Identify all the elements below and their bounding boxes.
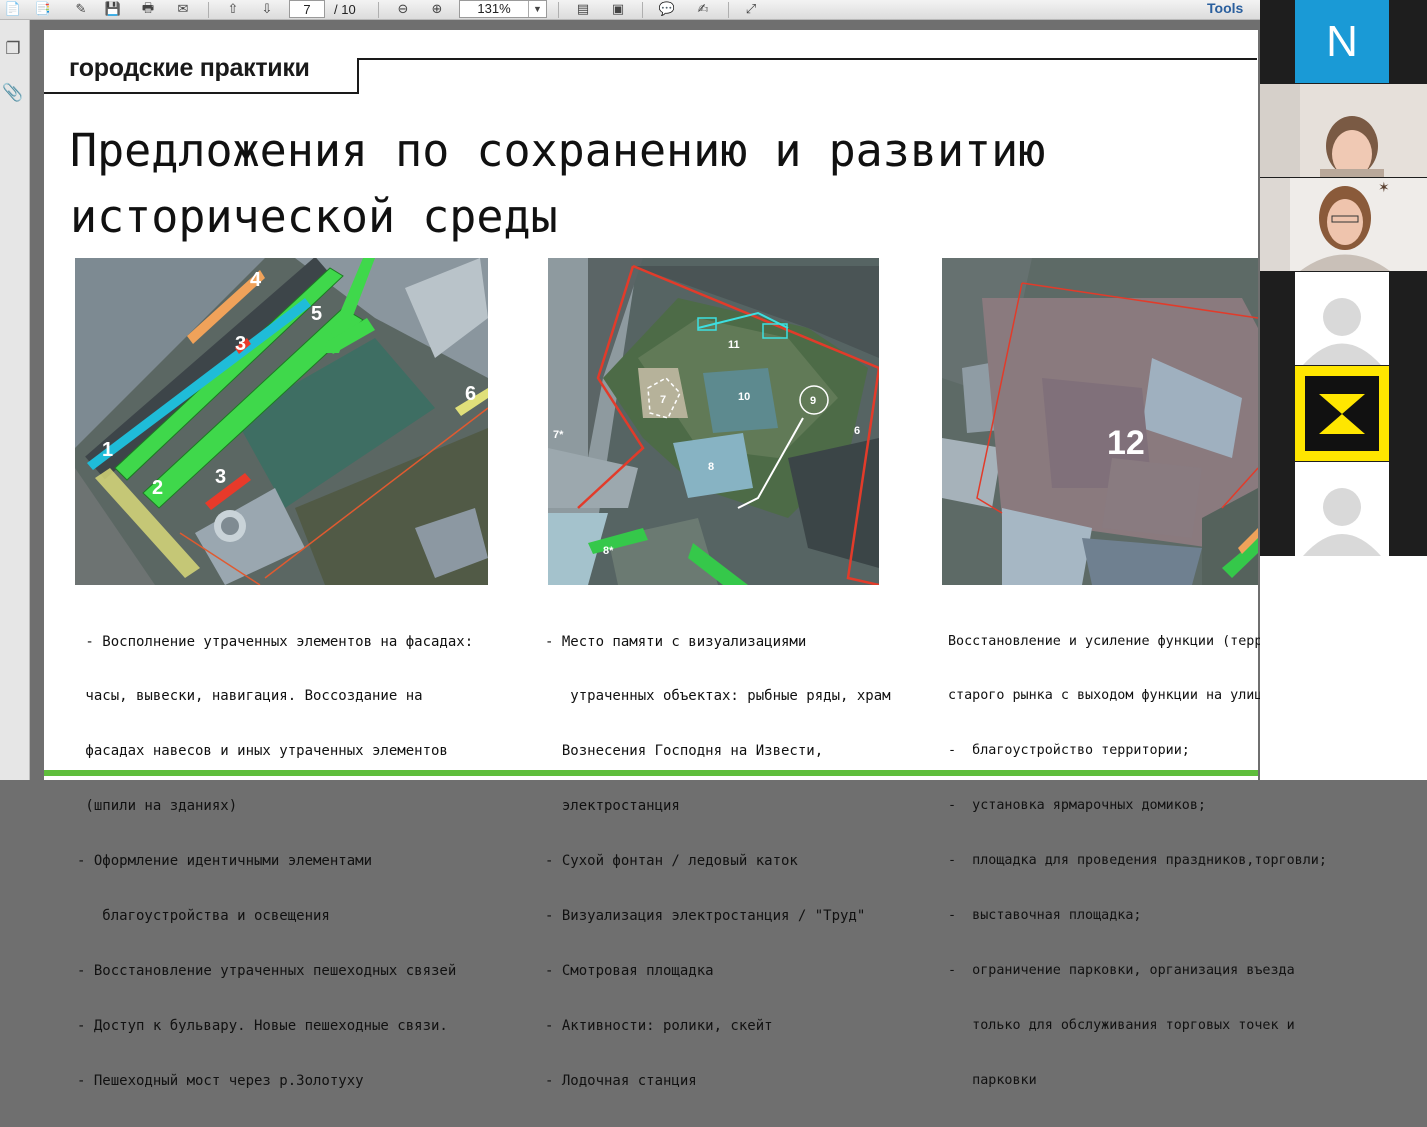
save-icon[interactable]: 💾	[100, 0, 126, 19]
aerial-photo-park: 7 7* 8 8* 9 10 11 6	[548, 258, 879, 585]
print-icon[interactable]: 🖶	[135, 0, 161, 19]
caption-line: - Смотровая площадка	[545, 962, 714, 979]
slide-title: Предложения по сохранению и развитию ист…	[70, 118, 1250, 250]
caption-line: (шпили на зданиях)	[77, 798, 238, 815]
comment-icon[interactable]: 💬	[654, 0, 680, 19]
map-label: 11	[728, 339, 740, 351]
aerial-photo-boulevard: 1 2 3 3 4 5 6	[75, 258, 488, 585]
map-label: 2	[152, 477, 163, 499]
participants-panel: N ✶	[1260, 0, 1427, 556]
caption-line: - Визуализация электростанция / "Труд"	[545, 908, 866, 925]
participant-avatar-2[interactable]	[1295, 462, 1389, 556]
page-total: / 10	[334, 2, 356, 17]
title-line: Предложения по сохранению и развитию	[70, 124, 1046, 177]
toolbar-separator	[728, 2, 729, 18]
zoom-out-icon[interactable]: ⊖	[390, 0, 416, 19]
caption-line: - площадка для проведения праздников,тор…	[948, 853, 1327, 869]
title-line: исторической среды	[70, 190, 558, 243]
caption-boulevard: - Восполнение утраченных элементов на фа…	[77, 596, 473, 1127]
participant-video-1[interactable]	[1260, 84, 1427, 177]
caption-line: - Место памяти с визуализациями	[545, 633, 807, 650]
tools-button[interactable]: Tools	[1207, 0, 1243, 16]
caption-line: фасадах навесов и иных утраченных элемен…	[77, 743, 448, 760]
caption-line: - Оформление идентичными элементами	[77, 853, 373, 870]
map-label: 7*	[553, 429, 564, 441]
next-page-icon[interactable]: ⇩	[254, 0, 280, 19]
fit-page-icon[interactable]: ▤	[570, 0, 596, 19]
hourglass-logo-icon	[1295, 366, 1389, 461]
toolbar-separator	[208, 2, 209, 18]
sign-icon[interactable]: ✍	[690, 0, 716, 19]
caption-line: - установка ярмарочных домиков;	[948, 798, 1206, 814]
svg-text:✶: ✶	[1378, 180, 1390, 196]
participant-video-2[interactable]: ✶	[1260, 178, 1427, 271]
footer-accent-bar	[44, 770, 1258, 776]
map-label: 8	[708, 461, 714, 473]
zoom-value: 131%	[477, 1, 511, 16]
map-label: 9	[810, 395, 816, 407]
user-avatar-icon	[1295, 272, 1389, 365]
email-icon[interactable]: ✉	[170, 0, 196, 19]
page-number-input[interactable]	[289, 0, 325, 18]
map-label: 6	[854, 425, 860, 437]
aerial-photo-market: 12	[942, 258, 1258, 585]
caption-line: - выставочная площадка;	[948, 908, 1142, 924]
expand-icon[interactable]: ⤢	[738, 0, 764, 19]
attachment-icon[interactable]: 📎	[2, 82, 24, 104]
map-label: 12	[1107, 424, 1145, 462]
caption-line: часы, вывески, навигация. Воссоздание на	[77, 688, 423, 705]
create-pdf-icon[interactable]: 📄	[0, 0, 26, 19]
edit-pdf-icon[interactable]: 📑	[30, 0, 56, 19]
navigation-rail: ❐ 📎	[0, 20, 30, 780]
zoom-in-icon[interactable]: ⊕	[424, 0, 450, 19]
chevron-down-icon[interactable]: ▼	[528, 1, 546, 17]
caption-line: электростанция	[545, 798, 680, 815]
caption-line: - Сухой фонтан / ледовый каток	[545, 853, 798, 870]
caption-line: - Пешеходный мост через р.Золотуху	[77, 1072, 364, 1089]
fit-width-icon[interactable]: ▣	[605, 0, 631, 19]
map-label: 5	[311, 303, 322, 325]
participant-logo-tile[interactable]	[1295, 366, 1389, 461]
slide-page: городские практики Предложения по сохран…	[44, 30, 1327, 1089]
brand-logo: городские практики	[69, 54, 310, 82]
toolbar-separator	[558, 2, 559, 18]
previous-page-icon[interactable]: ⇧	[220, 0, 246, 19]
pdf-toolbar: 📄 📑 ✎ 💾 🖶 ✉ ⇧ ⇩ / 10 ⊖ ⊕ 131% ▼ ▤ ▣ 💬 ✍ …	[0, 0, 1260, 20]
user-avatar-icon	[1295, 462, 1389, 556]
map-label: 4	[250, 269, 262, 291]
pages-icon[interactable]: ❐	[2, 38, 24, 60]
caption-line: - Восстановление утраченных пешеходных с…	[77, 962, 457, 979]
map-label: 1	[102, 439, 113, 461]
map-label: 7	[660, 394, 666, 406]
caption-line: парковки	[948, 1072, 1037, 1088]
caption-line: - ограничение парковки, организация въез…	[948, 962, 1295, 978]
caption-line: - Восполнение утраченных элементов на фа…	[77, 633, 474, 650]
caption-line: Вознесения Господня на Извести,	[545, 743, 824, 760]
caption-park: - Место памяти с визуализациями утраченн…	[545, 596, 891, 1127]
brand-underline	[44, 92, 359, 94]
toolbar-separator	[642, 2, 643, 18]
panel-background	[1260, 556, 1427, 780]
caption-line: только для обслуживания торговых точек и	[948, 1017, 1295, 1033]
participant-avatar-1[interactable]	[1295, 272, 1389, 365]
caption-line: - Лодочная станция	[545, 1072, 697, 1089]
toolbar-separator	[378, 2, 379, 18]
map-label: 10	[738, 391, 750, 403]
map-label: 8*	[603, 545, 614, 557]
caption-line: утраченных объектах: рыбные ряды, храм	[545, 688, 891, 705]
participant-initial-tile[interactable]: N	[1295, 0, 1389, 83]
participant-initial: N	[1326, 16, 1358, 66]
caption-line: благоустройства и освещения	[77, 908, 330, 925]
caption-line: - Активности: ролики, скейт	[545, 1017, 773, 1034]
map-label: 3	[215, 466, 226, 488]
map-label: 3	[235, 333, 246, 355]
edit-icon[interactable]: ✎	[68, 0, 94, 19]
zoom-select[interactable]: 131% ▼	[459, 0, 547, 18]
header-rule	[357, 58, 1257, 60]
map-label: 6	[465, 383, 476, 405]
brand-divider	[357, 58, 359, 94]
caption-line: - Доступ к бульвару. Новые пешеходные св…	[77, 1017, 448, 1034]
